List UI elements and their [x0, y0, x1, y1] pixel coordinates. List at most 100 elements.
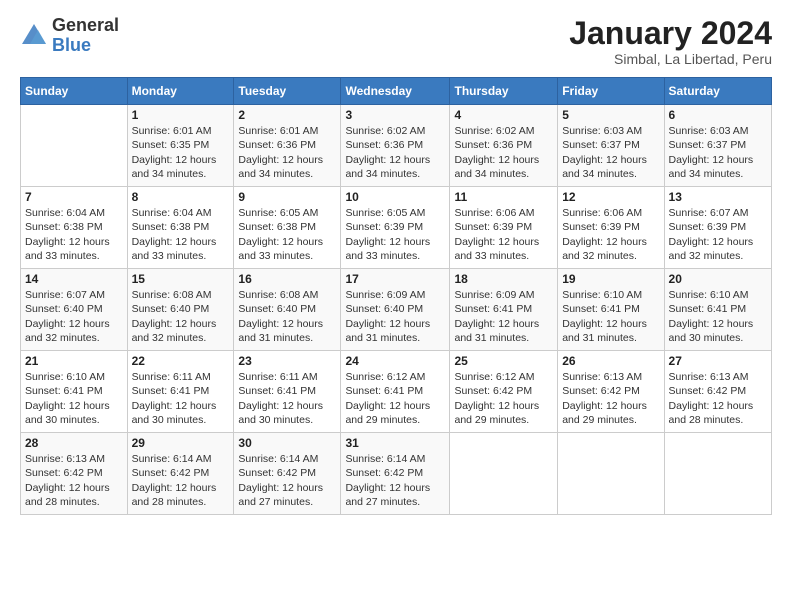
- logo: General Blue: [20, 16, 119, 56]
- list-item: 18 Sunrise: 6:09 AM Sunset: 6:41 PM Dayli…: [450, 269, 558, 351]
- day-number: 18: [454, 272, 553, 286]
- month-title: January 2024: [569, 16, 772, 51]
- cell-detail: Sunrise: 6:07 AM Sunset: 6:39 PM Dayligh…: [669, 206, 767, 263]
- list-item: 20 Sunrise: 6:10 AM Sunset: 6:41 PM Dayli…: [664, 269, 771, 351]
- cell-detail: Sunrise: 6:10 AM Sunset: 6:41 PM Dayligh…: [562, 288, 659, 345]
- list-item: 31Sunrise: 6:14 AM Sunset: 6:42 PM Dayli…: [341, 433, 450, 515]
- day-number: 6: [669, 108, 767, 122]
- col-friday: Friday: [558, 78, 664, 105]
- table-row: 7 Sunrise: 6:04 AM Sunset: 6:38 PM Daylig…: [21, 187, 772, 269]
- list-item: 24 Sunrise: 6:12 AM Sunset: 6:41 PM Dayli…: [341, 351, 450, 433]
- cell-detail: Sunrise: 6:10 AM Sunset: 6:41 PM Dayligh…: [669, 288, 767, 345]
- list-item: 6 Sunrise: 6:03 AM Sunset: 6:37 PM Daylig…: [664, 105, 771, 187]
- list-item: 3 Sunrise: 6:02 AM Sunset: 6:36 PM Daylig…: [341, 105, 450, 187]
- cell-detail: Sunrise: 6:13 AM Sunset: 6:42 PM Dayligh…: [25, 452, 123, 509]
- cell-detail: Sunrise: 6:11 AM Sunset: 6:41 PM Dayligh…: [238, 370, 336, 427]
- day-number: 10: [345, 190, 445, 204]
- day-number: 13: [669, 190, 767, 204]
- cell-detail: Sunrise: 6:04 AM Sunset: 6:38 PM Dayligh…: [132, 206, 230, 263]
- list-item: 19 Sunrise: 6:10 AM Sunset: 6:41 PM Dayli…: [558, 269, 664, 351]
- list-item: 28 Sunrise: 6:13 AM Sunset: 6:42 PM Dayli…: [21, 433, 128, 515]
- list-item: [450, 433, 558, 515]
- list-item: [21, 105, 128, 187]
- day-number: 5: [562, 108, 659, 122]
- list-item: [664, 433, 771, 515]
- header: General Blue January 2024 Simbal, La Lib…: [20, 16, 772, 67]
- day-number: 30: [238, 436, 336, 450]
- list-item: 27Sunrise: 6:13 AM Sunset: 6:42 PM Dayli…: [664, 351, 771, 433]
- day-number: 31: [345, 436, 445, 450]
- list-item: 30 Sunrise: 6:14 AM Sunset: 6:42 PM Dayli…: [234, 433, 341, 515]
- col-sunday: Sunday: [21, 78, 128, 105]
- list-item: 10 Sunrise: 6:05 AM Sunset: 6:39 PM Dayli…: [341, 187, 450, 269]
- cell-detail: Sunrise: 6:05 AM Sunset: 6:39 PM Dayligh…: [345, 206, 445, 263]
- cell-detail: Sunrise: 6:03 AM Sunset: 6:37 PM Dayligh…: [562, 124, 659, 181]
- cell-detail: Sunrise: 6:04 AM Sunset: 6:38 PM Dayligh…: [25, 206, 123, 263]
- cell-detail: Sunrise: 6:14 AM Sunset: 6:42 PM Dayligh…: [132, 452, 230, 509]
- title-area: January 2024 Simbal, La Libertad, Peru: [569, 16, 772, 67]
- day-number: 11: [454, 190, 553, 204]
- cell-detail: Sunrise: 6:02 AM Sunset: 6:36 PM Dayligh…: [345, 124, 445, 181]
- day-number: 17: [345, 272, 445, 286]
- col-wednesday: Wednesday: [341, 78, 450, 105]
- cell-detail: Sunrise: 6:12 AM Sunset: 6:41 PM Dayligh…: [345, 370, 445, 427]
- cell-detail: Sunrise: 6:14 AM Sunset: 6:42 PM Dayligh…: [238, 452, 336, 509]
- col-tuesday: Tuesday: [234, 78, 341, 105]
- cell-detail: Sunrise: 6:09 AM Sunset: 6:41 PM Dayligh…: [454, 288, 553, 345]
- cell-detail: Sunrise: 6:12 AM Sunset: 6:42 PM Dayligh…: [454, 370, 553, 427]
- day-number: 8: [132, 190, 230, 204]
- header-row: Sunday Monday Tuesday Wednesday Thursday…: [21, 78, 772, 105]
- day-number: 20: [669, 272, 767, 286]
- col-monday: Monday: [127, 78, 234, 105]
- cell-detail: Sunrise: 6:10 AM Sunset: 6:41 PM Dayligh…: [25, 370, 123, 427]
- day-number: 3: [345, 108, 445, 122]
- list-item: 13 Sunrise: 6:07 AM Sunset: 6:39 PM Dayli…: [664, 187, 771, 269]
- cell-detail: Sunrise: 6:08 AM Sunset: 6:40 PM Dayligh…: [238, 288, 336, 345]
- day-number: 21: [25, 354, 123, 368]
- table-row: 21 Sunrise: 6:10 AM Sunset: 6:41 PM Dayli…: [21, 351, 772, 433]
- logo-text: General Blue: [52, 16, 119, 56]
- list-item: 2Sunrise: 6:01 AM Sunset: 6:36 PM Daylig…: [234, 105, 341, 187]
- table-row: 14 Sunrise: 6:07 AM Sunset: 6:40 PM Dayli…: [21, 269, 772, 351]
- list-item: [558, 433, 664, 515]
- day-number: 1: [132, 108, 230, 122]
- logo-general: General: [52, 16, 119, 36]
- cell-detail: Sunrise: 6:01 AM Sunset: 6:35 PM Dayligh…: [132, 124, 230, 181]
- day-number: 22: [132, 354, 230, 368]
- list-item: 16Sunrise: 6:08 AM Sunset: 6:40 PM Dayli…: [234, 269, 341, 351]
- day-number: 24: [345, 354, 445, 368]
- list-item: 17 Sunrise: 6:09 AM Sunset: 6:40 PM Dayli…: [341, 269, 450, 351]
- cell-detail: Sunrise: 6:01 AM Sunset: 6:36 PM Dayligh…: [238, 124, 336, 181]
- day-number: 25: [454, 354, 553, 368]
- day-number: 28: [25, 436, 123, 450]
- list-item: 12Sunrise: 6:06 AM Sunset: 6:39 PM Dayli…: [558, 187, 664, 269]
- cell-detail: Sunrise: 6:02 AM Sunset: 6:36 PM Dayligh…: [454, 124, 553, 181]
- col-thursday: Thursday: [450, 78, 558, 105]
- day-number: 19: [562, 272, 659, 286]
- cell-detail: Sunrise: 6:07 AM Sunset: 6:40 PM Dayligh…: [25, 288, 123, 345]
- list-item: 26Sunrise: 6:13 AM Sunset: 6:42 PM Dayli…: [558, 351, 664, 433]
- list-item: 22 Sunrise: 6:11 AM Sunset: 6:41 PM Dayli…: [127, 351, 234, 433]
- list-item: 9Sunrise: 6:05 AM Sunset: 6:38 PM Daylig…: [234, 187, 341, 269]
- cell-detail: Sunrise: 6:09 AM Sunset: 6:40 PM Dayligh…: [345, 288, 445, 345]
- cell-detail: Sunrise: 6:06 AM Sunset: 6:39 PM Dayligh…: [454, 206, 553, 263]
- list-item: 7 Sunrise: 6:04 AM Sunset: 6:38 PM Daylig…: [21, 187, 128, 269]
- day-number: 9: [238, 190, 336, 204]
- day-number: 7: [25, 190, 123, 204]
- cell-detail: Sunrise: 6:11 AM Sunset: 6:41 PM Dayligh…: [132, 370, 230, 427]
- location: Simbal, La Libertad, Peru: [569, 51, 772, 67]
- day-number: 26: [562, 354, 659, 368]
- day-number: 15: [132, 272, 230, 286]
- day-number: 14: [25, 272, 123, 286]
- list-item: 11 Sunrise: 6:06 AM Sunset: 6:39 PM Dayli…: [450, 187, 558, 269]
- day-number: 23: [238, 354, 336, 368]
- list-item: 1 Sunrise: 6:01 AM Sunset: 6:35 PM Daylig…: [127, 105, 234, 187]
- calendar-page: General Blue January 2024 Simbal, La Lib…: [0, 0, 792, 612]
- list-item: 23 Sunrise: 6:11 AM Sunset: 6:41 PM Dayli…: [234, 351, 341, 433]
- list-item: 5 Sunrise: 6:03 AM Sunset: 6:37 PM Daylig…: [558, 105, 664, 187]
- cell-detail: Sunrise: 6:06 AM Sunset: 6:39 PM Dayligh…: [562, 206, 659, 263]
- list-item: 15Sunrise: 6:08 AM Sunset: 6:40 PM Dayli…: [127, 269, 234, 351]
- list-item: 29Sunrise: 6:14 AM Sunset: 6:42 PM Dayli…: [127, 433, 234, 515]
- calendar-table: Sunday Monday Tuesday Wednesday Thursday…: [20, 77, 772, 515]
- cell-detail: Sunrise: 6:03 AM Sunset: 6:37 PM Dayligh…: [669, 124, 767, 181]
